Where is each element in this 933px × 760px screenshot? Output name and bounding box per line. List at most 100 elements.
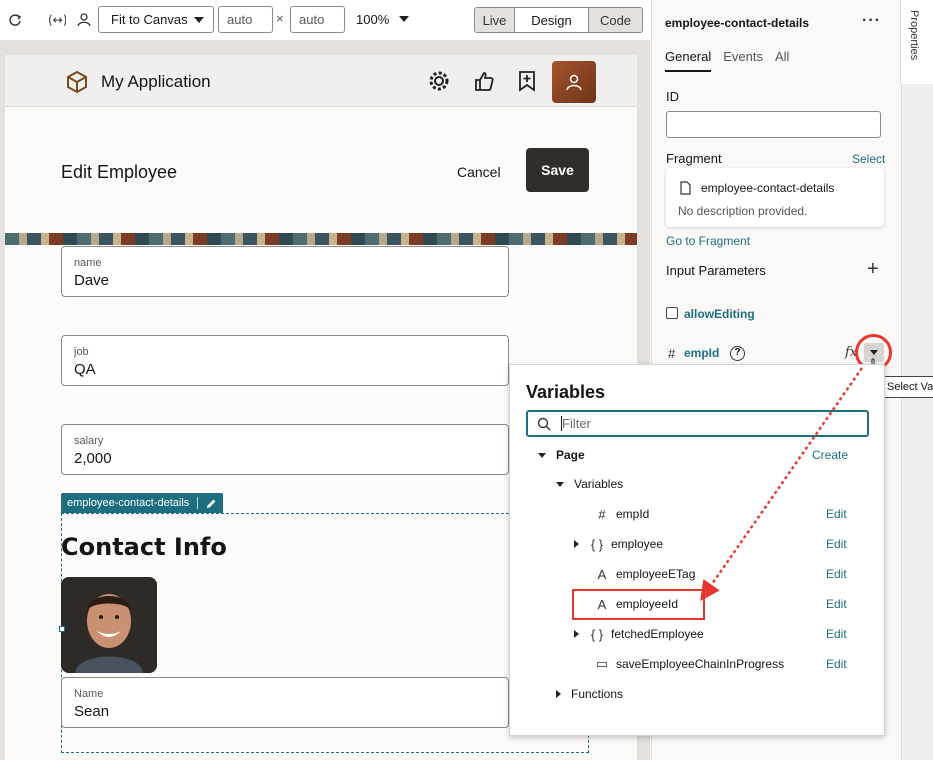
help-icon[interactable]: ? <box>730 346 745 361</box>
variables-popup: Variables Filter Page Create Variables #… <box>509 364 885 736</box>
allow-editing-checkbox[interactable] <box>666 307 678 319</box>
variable-name: fetchedEmployee <box>611 627 704 641</box>
page-title: Edit Employee <box>61 162 178 182</box>
width-input[interactable]: auto <box>218 6 273 33</box>
edit-link[interactable]: Edit <box>826 507 847 521</box>
field-value: 2,000 <box>74 450 112 467</box>
pencil-icon[interactable] <box>206 498 217 509</box>
tab-all[interactable]: All <box>775 49 789 72</box>
properties-tab-label: Properties <box>908 10 920 61</box>
edit-link[interactable]: Edit <box>826 627 847 641</box>
mode-live-button[interactable]: Live <box>475 8 515 32</box>
mode-code-button[interactable]: Code <box>589 8 642 32</box>
fragment-card-name: employee-contact-details <box>701 181 835 195</box>
string-type-icon: A <box>597 566 607 582</box>
number-type-icon: # <box>668 346 676 361</box>
properties-title: employee-contact-details <box>665 16 810 30</box>
fragment-label: Fragment <box>666 151 722 166</box>
designer-toolbar: (↔) Fit to Canvas auto × auto 100% Live … <box>0 0 650 40</box>
contact-name-field[interactable]: Name Sean <box>61 677 509 728</box>
variable-name: employeeETag <box>616 567 696 581</box>
variables-icon[interactable]: (↔) <box>47 10 67 30</box>
contact-photo <box>61 577 157 673</box>
more-options-icon[interactable]: ··· <box>862 12 881 30</box>
document-icon <box>680 181 691 195</box>
gear-icon[interactable] <box>428 70 450 92</box>
filter-input[interactable]: Filter <box>526 410 869 437</box>
field-label: job <box>74 346 89 358</box>
caret-right-icon <box>574 540 579 548</box>
variable-row-employee-etag[interactable]: A employeeETag <box>594 564 696 584</box>
variable-row-empid[interactable]: # empId <box>594 504 649 524</box>
fragment-card-description: No description provided. <box>678 204 808 218</box>
avatar[interactable] <box>552 61 596 103</box>
properties-tabs: General Events All <box>665 49 789 72</box>
decorative-banner <box>5 233 637 245</box>
zoom-level[interactable]: 100% <box>356 12 389 27</box>
save-button[interactable]: Save <box>526 148 589 192</box>
functions-label: Functions <box>571 687 624 701</box>
mode-design-button[interactable]: Design <box>515 8 589 32</box>
select-fragment-link[interactable]: Select <box>852 152 885 166</box>
avatar-user-icon <box>566 74 582 91</box>
fragment-tag-label: employee-contact-details <box>67 497 190 509</box>
caret-right-icon <box>574 630 579 638</box>
fragment-card: employee-contact-details No description … <box>666 168 884 227</box>
field-value: QA <box>74 361 96 378</box>
search-icon <box>537 417 551 431</box>
object-type-icon: { } <box>590 626 604 642</box>
edit-link[interactable]: Edit <box>826 597 847 611</box>
edit-link[interactable]: Edit <box>826 537 847 551</box>
variable-row-save-chain[interactable]: ▭ saveEmployeeChainInProgress <box>594 654 784 674</box>
caret-down-icon <box>556 481 564 487</box>
cube-logo-icon <box>67 70 87 94</box>
field-label: salary <box>74 435 104 447</box>
zoom-chevron-down-icon[interactable] <box>399 16 409 22</box>
emp-id-param[interactable]: empId <box>684 346 719 360</box>
tree-functions-node[interactable]: Functions <box>556 684 623 704</box>
tree-variables-node[interactable]: Variables <box>556 474 623 494</box>
fit-to-canvas-select[interactable]: Fit to Canvas <box>98 6 214 33</box>
fragment-tag[interactable]: employee-contact-details <box>61 493 224 513</box>
tab-events[interactable]: Events <box>723 49 763 72</box>
edit-link[interactable]: Edit <box>826 657 847 671</box>
name-field[interactable]: name Dave <box>61 246 509 297</box>
svg-text:(↔): (↔) <box>48 13 66 27</box>
height-input[interactable]: auto <box>290 6 345 33</box>
user-icon[interactable] <box>74 10 94 30</box>
cancel-button[interactable]: Cancel <box>453 162 505 182</box>
field-value: Sean <box>74 703 110 720</box>
number-type-icon: # <box>598 506 606 522</box>
create-link[interactable]: Create <box>812 448 848 462</box>
allow-editing-param[interactable]: allowEditing <box>684 307 755 321</box>
selection-handle[interactable] <box>59 626 65 632</box>
tree-page-node[interactable]: Page <box>538 445 585 465</box>
page-label: Page <box>556 448 585 462</box>
variable-name: saveEmployeeChainInProgress <box>616 657 785 671</box>
add-parameter-icon[interactable]: + <box>867 259 879 279</box>
caret-down-icon <box>538 452 546 458</box>
filter-placeholder: Filter <box>562 416 591 431</box>
go-to-fragment-link[interactable]: Go to Fragment <box>666 234 750 248</box>
id-input[interactable] <box>666 111 881 138</box>
bookmark-add-icon[interactable] <box>516 70 538 92</box>
view-mode-switch: Live Design Code <box>474 7 643 33</box>
field-label: name <box>74 257 102 269</box>
boolean-type-icon: ▭ <box>595 656 609 671</box>
variable-name: empId <box>616 507 650 521</box>
annotation-highlight-box <box>572 589 705 620</box>
select-variable-tooltip: Select Va <box>880 376 933 398</box>
salary-field[interactable]: salary 2,000 <box>61 424 509 475</box>
variable-row-fetched-employee[interactable]: { } fetchedEmployee <box>574 624 704 644</box>
edit-link[interactable]: Edit <box>826 567 847 581</box>
refresh-icon[interactable] <box>5 10 25 30</box>
chevron-down-icon <box>194 17 204 23</box>
object-type-icon: { } <box>590 536 604 552</box>
variables-label: Variables <box>574 477 624 491</box>
variable-row-employee[interactable]: { } employee <box>574 534 663 554</box>
tab-general[interactable]: General <box>665 49 712 72</box>
id-label: ID <box>666 89 679 104</box>
contact-info-heading: Contact Info <box>61 533 227 561</box>
thumbs-up-icon[interactable] <box>473 70 495 92</box>
job-field[interactable]: job QA <box>61 335 509 386</box>
